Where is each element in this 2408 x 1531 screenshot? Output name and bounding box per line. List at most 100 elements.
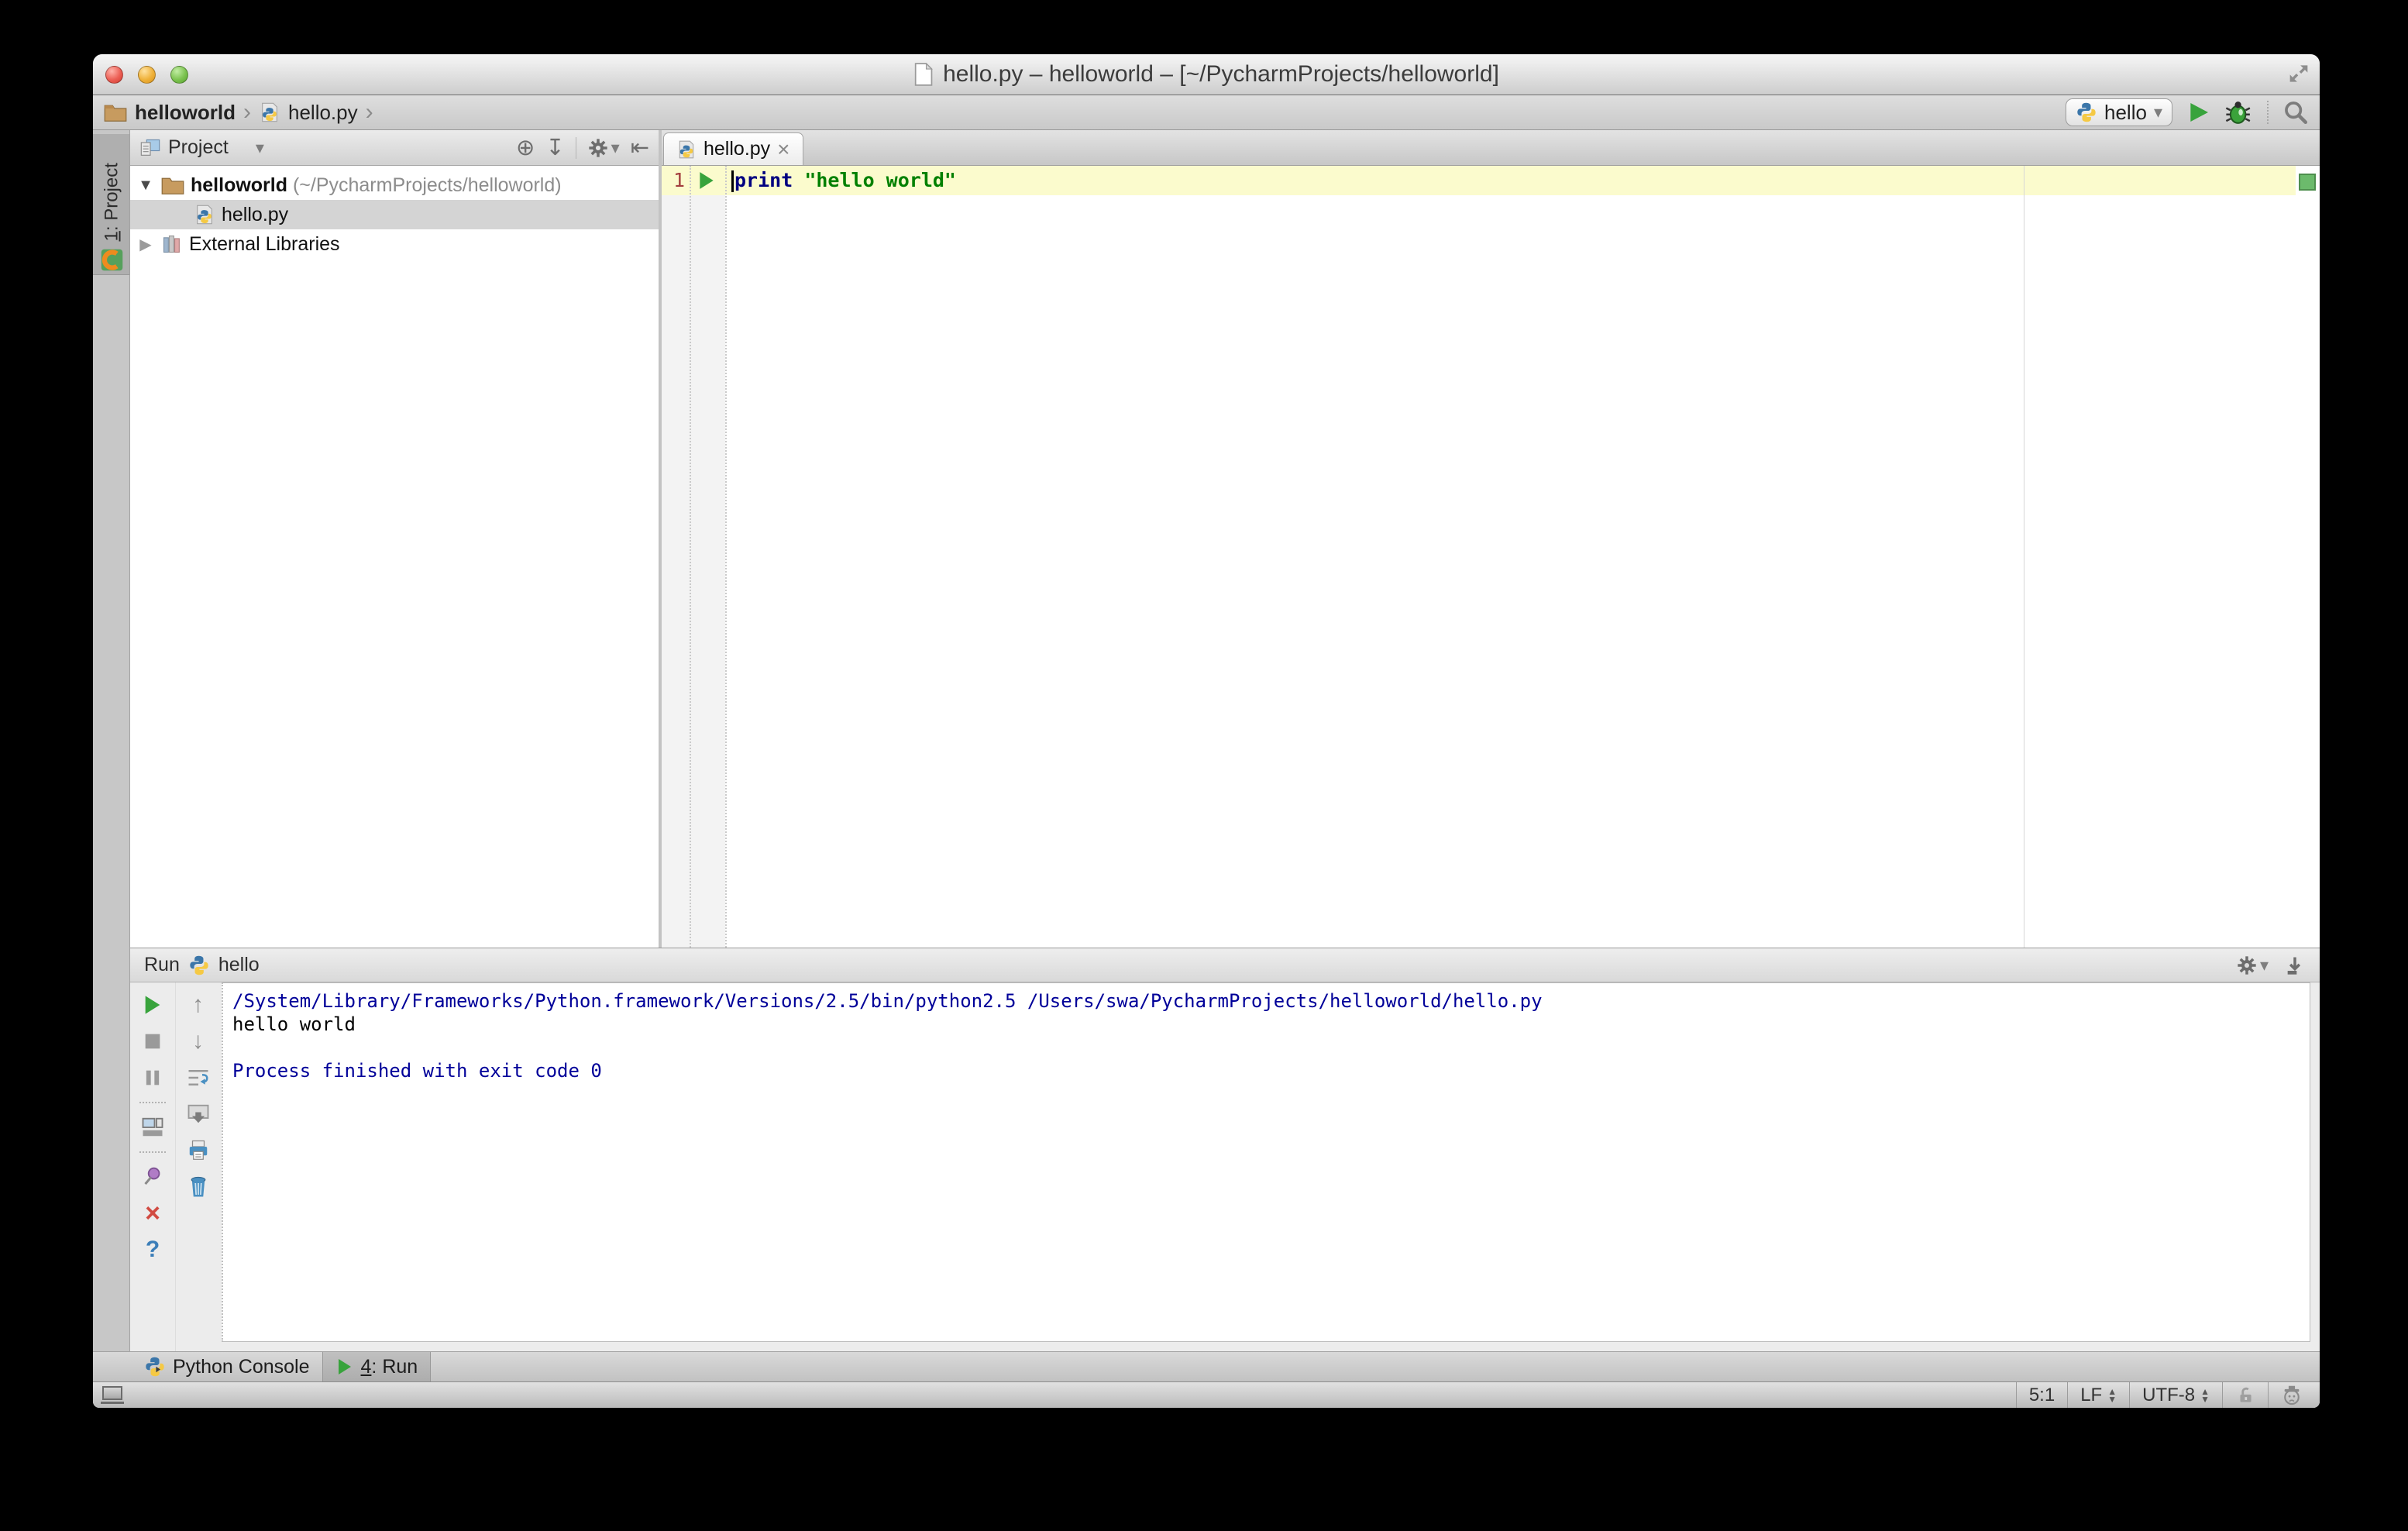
- toolwindow-run-tab[interactable]: 4: Run: [322, 1352, 432, 1381]
- toolwindow-label: 4: Run: [360, 1355, 418, 1378]
- project-tab-label: 1: Project: [101, 163, 122, 242]
- pause-button[interactable]: [139, 1065, 166, 1091]
- settings-icon[interactable]: ▾: [2236, 955, 2269, 976]
- breadcrumb-item-helloworld[interactable]: helloworld: [135, 101, 236, 125]
- code-line[interactable]: print "hello world": [731, 166, 956, 195]
- close-button[interactable]: ×: [139, 1200, 166, 1227]
- folder-icon: [104, 102, 127, 122]
- run-toolwindow-title: Run: [144, 954, 180, 975]
- toolbar-separator: [139, 1102, 166, 1103]
- document-icon: [913, 63, 934, 86]
- folder-icon: [161, 175, 184, 195]
- soft-wrap-button[interactable]: [185, 1065, 212, 1091]
- python-icon: [188, 955, 210, 976]
- pycharm-logo-icon: [100, 249, 123, 272]
- window-title: hello.py – helloworld – [~/PycharmProjec…: [943, 61, 1499, 87]
- tab-close-icon[interactable]: ×: [777, 138, 789, 160]
- project-panel-header-icons: ⊕ ↧ ▾ ⇤: [516, 134, 649, 161]
- upper-split: Project ▾ ⊕ ↧ ▾ ⇤ ▼ helloworld (~/Pychar…: [129, 129, 2320, 948]
- debug-button[interactable]: [2225, 99, 2253, 126]
- code-string: "hello world": [804, 169, 956, 191]
- inspection-status-square[interactable]: [2299, 174, 2316, 191]
- chevron-right-icon: ›: [243, 99, 251, 125]
- hector-inspector-icon[interactable]: [2268, 1382, 2320, 1408]
- content-column: Project ▾ ⊕ ↧ ▾ ⇤ ▼ helloworld (~/Pychar…: [129, 129, 2320, 1351]
- clear-console-icon[interactable]: [185, 1174, 212, 1200]
- toolwindow-bar: Python Console 4: Run: [93, 1351, 2320, 1381]
- fullscreen-icon[interactable]: [2286, 60, 2312, 87]
- gutter-separator: [690, 166, 691, 948]
- project-view-label: Project: [168, 136, 229, 158]
- pin-icon[interactable]: [139, 1164, 166, 1190]
- main-area: 1: Project Project ▾ ⊕ ↧ ▾ ⇤ ▼ helloworl…: [93, 129, 2320, 1351]
- run-configuration-label: hello: [2104, 100, 2147, 124]
- updown-arrows-icon: ▲ ▼: [2107, 1385, 2117, 1405]
- console-output[interactable]: /System/Library/Frameworks/Python.framew…: [222, 982, 2310, 1342]
- project-tree: ▼ helloworld (~/PycharmProjects/hellowor…: [130, 166, 659, 948]
- status-bar-widgets: 5:1 LF ▲ ▼ UTF-8 ▲ ▼: [2015, 1382, 2320, 1408]
- editor-area: hello.py × 1 print "hello world": [662, 130, 2320, 948]
- console-line-stdout: hello world: [232, 1013, 356, 1035]
- console-action-toolbar: ↑ ↓: [175, 982, 220, 1351]
- left-toolwindow-stripe: 1: Project: [93, 130, 130, 1351]
- caret-position: 5:1: [2028, 1384, 2055, 1405]
- line-number[interactable]: 1: [662, 166, 685, 195]
- settings-icon[interactable]: ▾: [587, 137, 620, 159]
- gutter-separator: [725, 166, 727, 948]
- rerun-button[interactable]: [139, 992, 166, 1018]
- toolwindow-python-console[interactable]: Python Console: [132, 1352, 322, 1381]
- down-stacktrace-button[interactable]: ↓: [185, 1028, 212, 1054]
- editor-tab-label: hello.py: [703, 138, 771, 160]
- zoom-window-button[interactable]: [170, 65, 188, 84]
- toolwindow-toggle-icon[interactable]: [101, 1386, 124, 1404]
- print-button[interactable]: [185, 1137, 212, 1164]
- tree-row-helloworld[interactable]: ▼ helloworld (~/PycharmProjects/hellowor…: [130, 170, 659, 200]
- tree-row-external-libraries[interactable]: ▶ External Libraries: [130, 229, 659, 259]
- python-icon: [2076, 101, 2097, 123]
- title-bar: hello.py – helloworld – [~/PycharmProjec…: [93, 54, 2320, 95]
- editor-tab-hello-py[interactable]: hello.py ×: [663, 132, 803, 165]
- editor-body[interactable]: 1 print "hello world": [662, 166, 2320, 948]
- run-configuration-select[interactable]: hello ▾: [2066, 98, 2172, 126]
- encoding-value: UTF-8: [2142, 1384, 2196, 1405]
- collapse-all-icon[interactable]: ↧: [545, 134, 564, 161]
- line-separator-select[interactable]: LF ▲ ▼: [2067, 1382, 2129, 1408]
- lock-icon[interactable]: [2222, 1382, 2268, 1408]
- toolbar-right-group: hello ▾: [2066, 98, 2309, 126]
- run-header-icons: ▾: [2236, 955, 2306, 976]
- breadcrumb-item-hello-py[interactable]: hello.py: [288, 101, 358, 125]
- dock-pin-icon[interactable]: [2284, 955, 2306, 976]
- library-icon: [161, 233, 183, 255]
- project-view-select[interactable]: Project ▾: [139, 136, 264, 159]
- up-stacktrace-button[interactable]: ↑: [185, 992, 212, 1018]
- stop-button[interactable]: [139, 1028, 166, 1054]
- run-toolwindow-body: × ? ↑ ↓ /System/Library/Frameworks/Pytho…: [130, 982, 2320, 1351]
- tree-item-path: (~/PycharmProjects/helloworld): [287, 174, 562, 196]
- hide-panel-icon[interactable]: ⇤: [631, 134, 649, 161]
- expanded-arrow-icon[interactable]: ▼: [136, 177, 155, 194]
- project-toolwindow-tab[interactable]: 1: Project: [93, 134, 129, 275]
- close-window-button[interactable]: [105, 65, 123, 84]
- caret-position-widget[interactable]: 5:1: [2015, 1382, 2067, 1408]
- collapsed-arrow-icon[interactable]: ▶: [136, 235, 155, 254]
- run-button[interactable]: [2186, 100, 2211, 125]
- run-line-icon[interactable]: [697, 170, 716, 191]
- project-view-icon: [139, 138, 161, 158]
- minimize-window-button[interactable]: [138, 65, 156, 84]
- breadcrumb: helloworld › hello.py ›: [104, 101, 373, 125]
- restore-layout-icon[interactable]: [139, 1114, 166, 1141]
- search-icon[interactable]: [2282, 99, 2309, 126]
- scroll-to-end-button[interactable]: [185, 1101, 212, 1127]
- toolbar-separator: [2267, 101, 2269, 124]
- tree-row-hello-py[interactable]: hello.py: [130, 200, 659, 229]
- encoding-select[interactable]: UTF-8 ▲ ▼: [2129, 1382, 2222, 1408]
- locate-source-icon[interactable]: ⊕: [516, 134, 535, 161]
- updown-arrows-icon: ▲ ▼: [2200, 1385, 2210, 1405]
- console-line-exit: Process finished with exit code 0: [232, 1060, 602, 1082]
- run-icon: [335, 1357, 354, 1376]
- tree-item-label: External Libraries: [189, 232, 340, 255]
- chevron-down-icon: ▾: [2153, 102, 2162, 122]
- python-file-icon: [194, 204, 215, 225]
- help-button[interactable]: ?: [139, 1237, 166, 1263]
- tree-item-label: helloworld (~/PycharmProjects/helloworld…: [191, 174, 562, 196]
